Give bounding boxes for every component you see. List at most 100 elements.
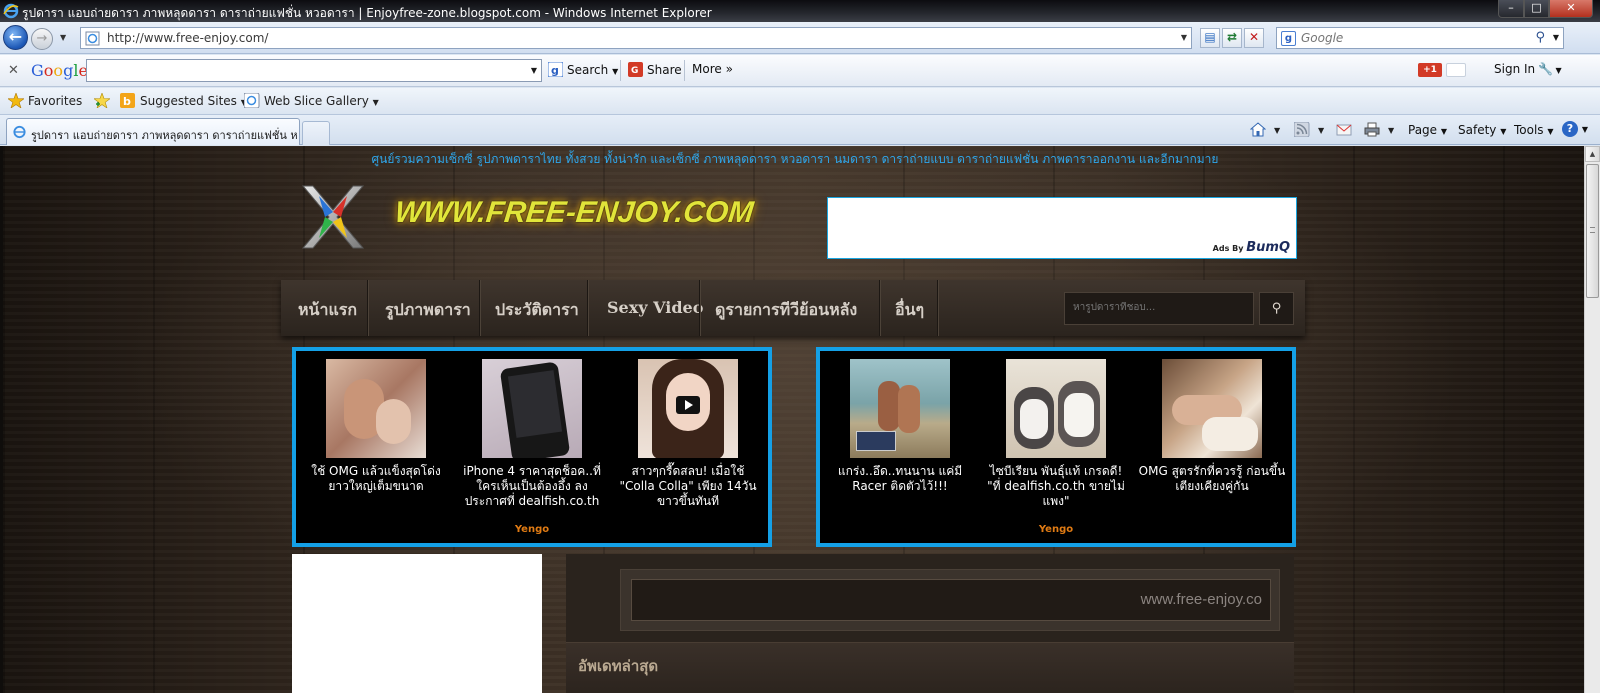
- svg-text:G: G: [631, 66, 638, 76]
- ad-tile[interactable]: OMG สูตรรักที่ควรรู้ ก่อนขึ้นเตียงเคียงค…: [1136, 359, 1288, 494]
- sign-in-button[interactable]: Sign In: [1494, 62, 1535, 76]
- print-icon[interactable]: [1364, 122, 1380, 137]
- site-search-input[interactable]: [1073, 302, 1243, 313]
- ad-caption[interactable]: สาวๆกรี๊ดสลบ! เมื่อใช้ "Colla Colla" เพี…: [612, 464, 764, 509]
- help-icon: ?: [1562, 121, 1578, 137]
- ad-tile[interactable]: ใช้ OMG แล้วแข็งสุดโด่ง ยาวใหญ่เต็มขนาด: [300, 359, 452, 494]
- sponsored-ad-panel: ใช้ OMG แล้วแข็งสุดโด่ง ยาวใหญ่เต็มขนาด …: [292, 347, 772, 547]
- ad-provider-label[interactable]: Yengo: [296, 524, 768, 535]
- browser-search-input[interactable]: [1301, 30, 1531, 46]
- ads-by-label: Ads By BumQ: [1212, 240, 1290, 255]
- active-tab[interactable]: รูปดารา แอบถ่ายดารา ภาพหลุดดารา ดาราถ่าย…: [6, 118, 300, 145]
- ad-caption[interactable]: ใช้ OMG แล้วแข็งสุดโด่ง ยาวใหญ่เต็มขนาด: [300, 464, 452, 494]
- ad-caption[interactable]: iPhone 4 ราคาสุดช็อค..ที่ใครเห็นเป็นต้อง…: [456, 464, 608, 509]
- toolbar-separator: [684, 60, 685, 81]
- nav-item-star-biography[interactable]: ประวัติดารา: [495, 298, 579, 323]
- ad-thumbnail-bed-couple[interactable]: [1162, 359, 1262, 458]
- safety-menu[interactable]: Safety ▼: [1458, 123, 1506, 137]
- close-toolbar-icon[interactable]: ✕: [8, 63, 19, 78]
- forward-button[interactable]: →: [31, 28, 53, 50]
- google-plus-count: [1446, 63, 1466, 77]
- page-menu[interactable]: Page ▼: [1408, 123, 1447, 137]
- new-tab-button[interactable]: [302, 121, 330, 145]
- print-dropdown-icon[interactable]: ▼: [1388, 126, 1394, 135]
- suggested-sites-button[interactable]: b Suggested Sites ▼: [120, 93, 247, 108]
- nav-item-star-photos[interactable]: รูปภาพดารา: [385, 298, 471, 323]
- site-search-box[interactable]: [1064, 292, 1254, 325]
- internet-explorer-icon: [3, 3, 19, 19]
- ad-caption[interactable]: ไซบีเรียน พันธุ์แท้ เกรดดี! "ที่ dealfis…: [980, 464, 1132, 509]
- scrollbar-thumb[interactable]: [1586, 164, 1599, 298]
- vertical-scrollbar[interactable]: ▲: [1584, 146, 1600, 693]
- address-dropdown-icon[interactable]: ▼: [1181, 33, 1187, 42]
- ad-thumbnail-couple[interactable]: [326, 359, 426, 458]
- share-button[interactable]: G Share: [628, 62, 682, 77]
- home-icon[interactable]: [1250, 122, 1266, 137]
- home-dropdown-icon[interactable]: ▼: [1274, 126, 1280, 135]
- scroll-up-arrow-icon[interactable]: ▲: [1585, 146, 1600, 162]
- google-search-icon: g: [548, 62, 563, 77]
- google-plus-one-button[interactable]: +1: [1418, 63, 1442, 77]
- ad-thumbnail-husky-puppies[interactable]: [1006, 359, 1106, 458]
- web-slice-gallery-icon: [244, 93, 260, 108]
- favorites-bar: Favorites b Suggested Sites ▼ Web Slice …: [0, 88, 1600, 115]
- nav-item-home[interactable]: หน้าแรก: [298, 298, 357, 323]
- nav-divider: [367, 280, 368, 336]
- svg-text:b: b: [123, 95, 131, 108]
- ad-thumbnail-phone[interactable]: [482, 359, 582, 458]
- stop-button[interactable]: ✕: [1244, 28, 1264, 48]
- latest-updates-title: อัพเดทล่าสุด: [578, 657, 659, 675]
- address-bar[interactable]: http://www.free-enjoy.com/ ▼: [80, 27, 1192, 49]
- read-mail-icon[interactable]: [1336, 122, 1352, 137]
- ad-tile[interactable]: สาวๆกรี๊ดสลบ! เมื่อใช้ "Colla Colla" เพี…: [612, 359, 764, 509]
- more-button[interactable]: More »: [692, 62, 733, 76]
- svg-text:g: g: [551, 64, 559, 77]
- feeds-icon[interactable]: [1294, 122, 1310, 137]
- feeds-dropdown-icon[interactable]: ▼: [1318, 126, 1324, 135]
- close-window-button[interactable]: ✕: [1549, 0, 1593, 18]
- nav-divider: [937, 280, 938, 336]
- favorites-button[interactable]: Favorites: [8, 93, 82, 108]
- nav-item-tv-replay[interactable]: ดูรายการทีวีย้อนหลัง: [715, 298, 857, 323]
- nav-divider: [587, 280, 588, 336]
- search-history-dropdown-icon[interactable]: ▼: [531, 66, 537, 75]
- address-url[interactable]: http://www.free-enjoy.com/: [107, 31, 268, 45]
- maximize-button[interactable]: □: [1524, 0, 1549, 18]
- nav-item-others[interactable]: อื่นๆ: [895, 298, 924, 323]
- google-search-button[interactable]: g Search ▼: [548, 62, 618, 77]
- google-toolbar: ✕ Google ▼ g Search ▼ G Share More » +1 …: [0, 55, 1600, 87]
- add-to-favorites-bar-button[interactable]: [94, 93, 114, 108]
- ad-thumbnail-girl-video[interactable]: [638, 359, 738, 458]
- search-icon[interactable]: ⚲: [1535, 30, 1545, 45]
- ad-tile[interactable]: iPhone 4 ราคาสุดช็อค..ที่ใครเห็นเป็นต้อง…: [456, 359, 608, 509]
- site-tagline: ศูนย์รวมความเซ็กซี่ รูปภาพดาราไทย ทั้งสว…: [371, 152, 1219, 166]
- ad-caption[interactable]: แกร่ง..อึด..ทนนาน แค่มี Racer ติดตัวไว้!…: [824, 464, 976, 494]
- compatibility-view-button[interactable]: ▤: [1200, 28, 1220, 48]
- ad-thumbnail-beach-couple[interactable]: [850, 359, 950, 458]
- nav-item-sexy-video[interactable]: Sexy Video: [607, 298, 703, 317]
- wrench-settings-icon[interactable]: 🔧 ▼: [1538, 62, 1562, 76]
- recent-pages-dropdown-icon[interactable]: ▼: [60, 33, 66, 42]
- tools-menu[interactable]: Tools ▼: [1514, 123, 1554, 137]
- browser-search-box[interactable]: g ⚲ ▼: [1276, 27, 1564, 49]
- ad-tile[interactable]: แกร่ง..อึด..ทนนาน แค่มี Racer ติดตัวไว้!…: [824, 359, 976, 494]
- video-play-icon[interactable]: [676, 396, 700, 414]
- back-button[interactable]: ←: [3, 25, 28, 50]
- ad-caption[interactable]: OMG สูตรรักที่ควรรู้ ก่อนขึ้นเตียงเคียงค…: [1136, 464, 1288, 494]
- search-options-dropdown-icon[interactable]: ▼: [1553, 33, 1559, 42]
- share-icon: G: [628, 62, 643, 77]
- site-logo-text[interactable]: WWW.FREE-ENJOY.COM: [393, 196, 755, 230]
- site-search-button[interactable]: ⚲: [1259, 292, 1294, 325]
- ad-tile[interactable]: ไซบีเรียน พันธุ์แท้ เกรดดี! "ที่ dealfis…: [980, 359, 1132, 509]
- refresh-button[interactable]: ⇄: [1222, 28, 1242, 48]
- minimize-button[interactable]: –: [1498, 0, 1524, 18]
- add-favorite-star-icon: [94, 93, 110, 108]
- site-logo-x-icon[interactable]: [299, 182, 367, 252]
- web-slice-gallery-button[interactable]: Web Slice Gallery ▼: [244, 93, 379, 108]
- help-menu[interactable]: ? ▼: [1562, 121, 1588, 137]
- top-ad-banner[interactable]: Ads By BumQ: [827, 197, 1297, 259]
- google-toolbar-search-input[interactable]: ▼: [86, 59, 542, 82]
- ad-provider-label[interactable]: Yengo: [820, 524, 1292, 535]
- sidebar-blank-widget: [292, 554, 542, 693]
- address-row: ← → ▼ http://www.free-enjoy.com/ ▼ ▤ ⇄ ✕…: [0, 22, 1600, 54]
